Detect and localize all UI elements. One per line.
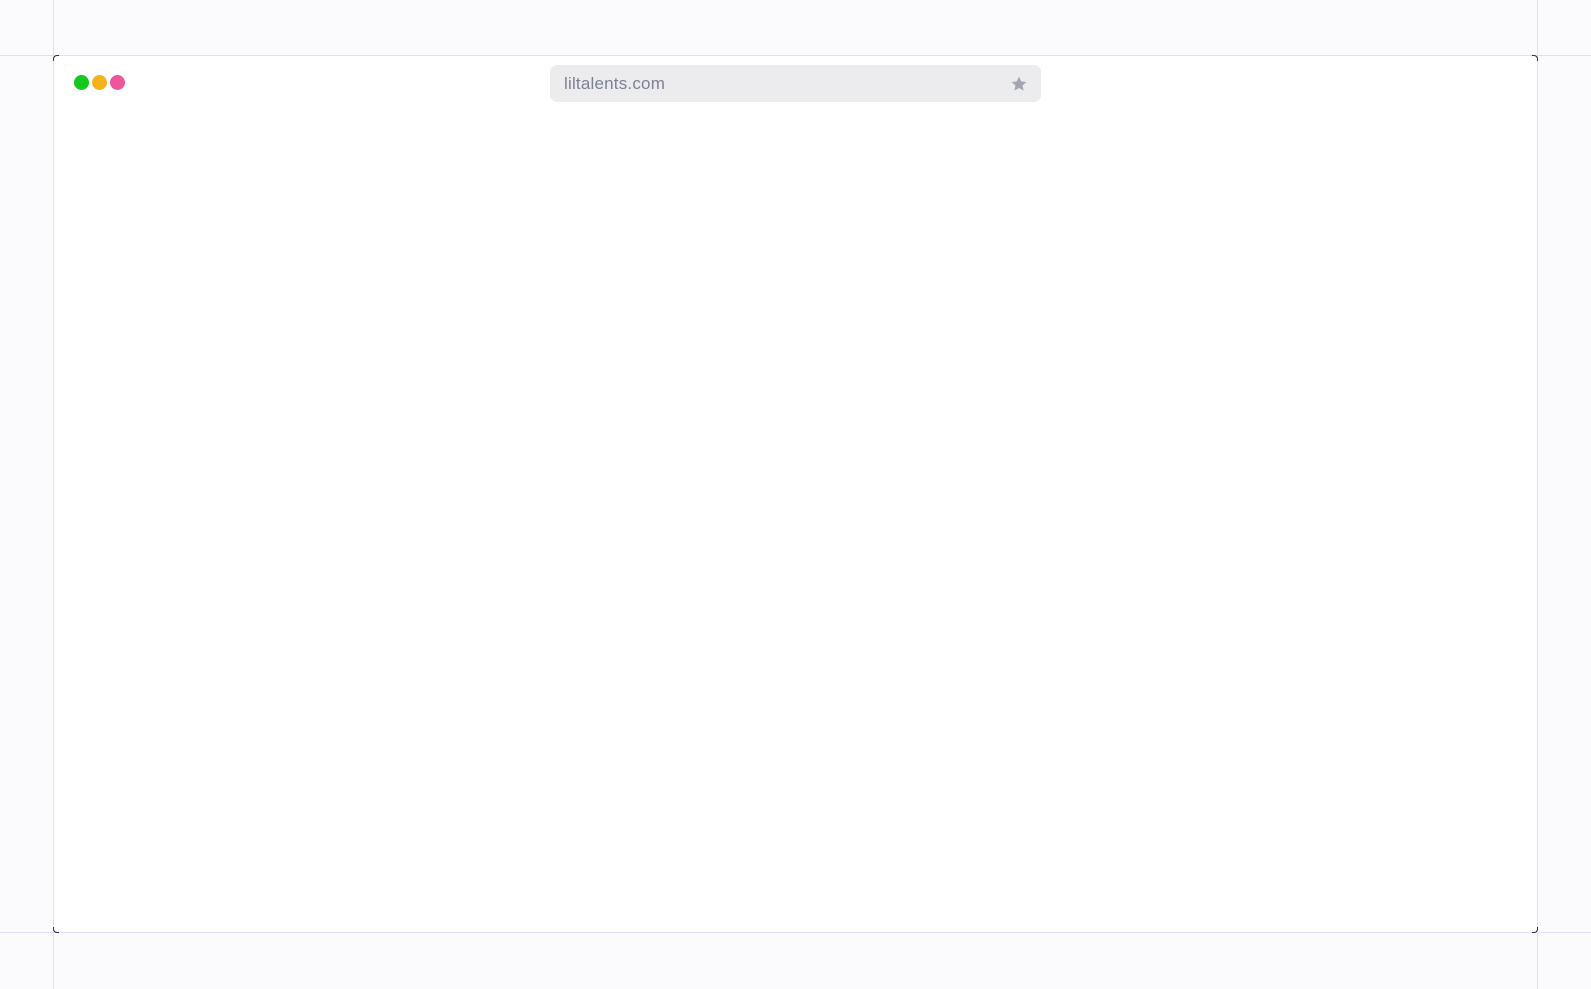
window-controls xyxy=(74,75,125,90)
star-icon-glyph xyxy=(1011,76,1027,91)
window-control-pink[interactable] xyxy=(110,75,125,90)
frame-corner-top-left xyxy=(53,55,59,61)
guide-line-right xyxy=(1537,0,1538,989)
page-content-area xyxy=(54,116,1537,932)
url-text[interactable]: liltalents.com xyxy=(564,74,665,94)
browser-window: liltalents.com xyxy=(53,55,1538,933)
guide-line-bottom xyxy=(0,932,1591,933)
star-icon[interactable] xyxy=(1009,74,1029,94)
address-bar[interactable]: liltalents.com xyxy=(550,65,1041,102)
window-control-yellow[interactable] xyxy=(92,75,107,90)
frame-corner-top-right xyxy=(1532,55,1538,61)
window-control-green[interactable] xyxy=(74,75,89,90)
